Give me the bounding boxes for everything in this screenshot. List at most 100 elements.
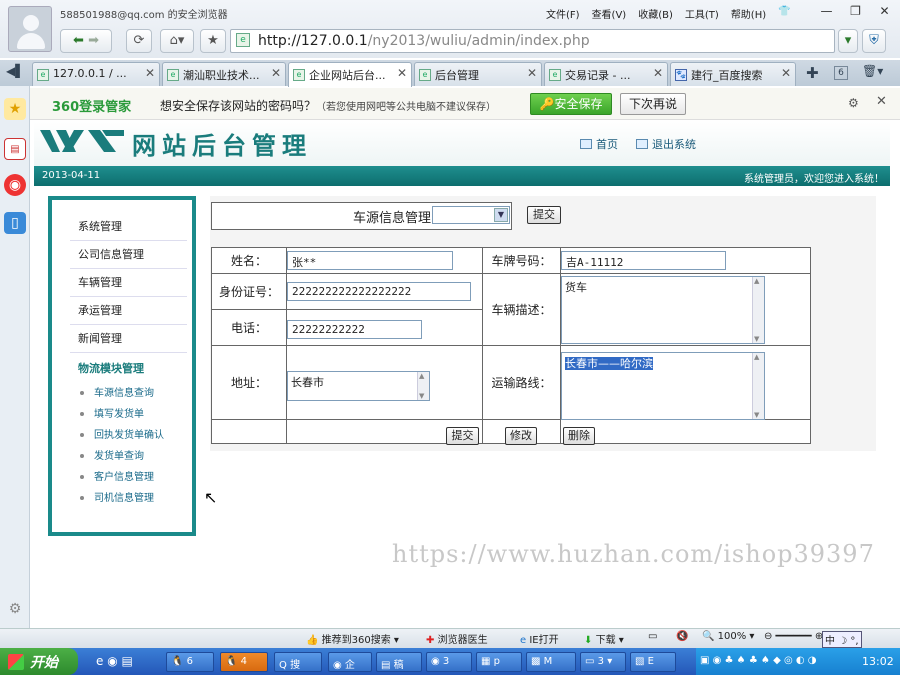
submenu-fill-shipping-order[interactable]: 填写发货单: [80, 405, 144, 420]
taskbar-folders[interactable]: ▭ 3 ▾: [580, 652, 626, 672]
address-textarea[interactable]: 长春市: [287, 371, 430, 401]
home-button[interactable]: ⌂▾: [160, 29, 194, 53]
quicklaunch-icons[interactable]: e ◉ ▤: [96, 654, 133, 668]
close-icon[interactable]: ✕: [876, 94, 887, 109]
submit-button[interactable]: 提交: [446, 427, 479, 445]
favorite-button[interactable]: ★: [200, 29, 226, 53]
name-input[interactable]: 张**: [287, 251, 453, 270]
taskbar-p[interactable]: ▦ p: [476, 652, 522, 672]
close-icon[interactable]: ✕: [527, 66, 537, 80]
download-button[interactable]: ⬇ 下载 ▾: [584, 631, 624, 646]
download-arrow-icon: ⬇: [584, 635, 593, 646]
close-icon[interactable]: ✕: [145, 66, 155, 80]
tab-2[interactable]: e 潮汕职业技术... ✕: [162, 62, 286, 86]
start-button[interactable]: 开始: [0, 648, 78, 675]
id-number-input[interactable]: 222222222222222222: [287, 282, 471, 301]
zoom-control[interactable]: 🔍 100% ▾: [702, 631, 754, 642]
mobile-icon[interactable]: ▯: [4, 212, 26, 234]
submenu-receipt-confirm[interactable]: 回执发货单确认: [80, 426, 164, 441]
menu-item-news[interactable]: 新闻管理: [70, 325, 187, 353]
later-button[interactable]: 下次再说: [620, 93, 686, 115]
delete-button[interactable]: 删除: [563, 427, 595, 445]
close-icon[interactable]: ✕: [870, 2, 899, 20]
menu-item-company[interactable]: 公司信息管理: [70, 241, 187, 269]
tab-1[interactable]: e 127.0.0.1 / ... ✕: [32, 62, 160, 86]
taskbar-doc[interactable]: ▤ 稿: [376, 652, 422, 672]
recommend-360-search[interactable]: 👍 推荐到360搜索 ▾: [306, 631, 399, 646]
submenu-vehicle-source-query[interactable]: 车源信息查询: [80, 384, 154, 399]
ime-bar[interactable]: 中 ☽ °,: [822, 631, 862, 648]
user-avatar[interactable]: [8, 6, 52, 52]
mute-icon[interactable]: 🔇: [676, 631, 688, 642]
tab-count-badge[interactable]: 6: [834, 66, 848, 80]
tab-4[interactable]: e 后台管理 ✕: [414, 62, 542, 86]
taskbar-e[interactable]: ▧ E: [630, 652, 676, 672]
menu-help[interactable]: 帮助(H): [731, 6, 766, 21]
menu-favorites[interactable]: 收藏(B): [638, 6, 673, 21]
close-icon[interactable]: ✕: [397, 66, 407, 80]
browser-sidebar: [0, 86, 30, 646]
header-submit-button[interactable]: 提交: [527, 206, 561, 224]
route-textarea[interactable]: 长春市——哈尔滨: [561, 352, 765, 420]
modify-button[interactable]: 修改: [505, 427, 537, 445]
new-tab-icon[interactable]: ✚: [806, 64, 819, 82]
taskbar-qq-2[interactable]: 🐧 4: [220, 652, 268, 672]
weibo-icon[interactable]: ◉: [4, 174, 26, 196]
favorites-star-icon[interactable]: ★: [4, 98, 26, 120]
close-icon[interactable]: ✕: [653, 66, 663, 80]
gear-icon[interactable]: ⚙: [848, 96, 859, 110]
submenu-driver-info[interactable]: 司机信息管理: [80, 489, 154, 504]
chevron-down-icon: ▼: [494, 208, 508, 222]
menu-tools[interactable]: 工具(T): [685, 6, 719, 21]
restore-icon[interactable]: ❐: [841, 2, 870, 20]
menu-item-carrier[interactable]: 承运管理: [70, 297, 187, 325]
settings-gear-icon[interactable]: ⚙: [4, 598, 26, 620]
menu-item-system[interactable]: 系统管理: [70, 213, 187, 241]
plate-input[interactable]: 吉A-11112: [561, 251, 726, 270]
safe-save-button[interactable]: 🔑安全保存: [530, 93, 612, 115]
tab-5[interactable]: e 交易记录 - ... ✕: [544, 62, 668, 86]
browser-doctor[interactable]: ✚ 浏览器医生: [426, 631, 488, 646]
shirt-icon[interactable]: 👕: [778, 6, 790, 21]
scrollbar[interactable]: [752, 277, 764, 343]
address-dropdown-button[interactable]: ▾: [838, 29, 858, 53]
home-link[interactable]: 首页: [580, 136, 618, 152]
taskbar-m[interactable]: ▩ M: [526, 652, 576, 672]
tray-icons[interactable]: ▣ ◉ ♣ ♠ ♣ ♠ ◆ ◎ ◐ ◑: [700, 655, 817, 666]
vehicle-source-select[interactable]: ▼: [432, 206, 510, 224]
zoom-slider[interactable]: ⊖ ━━━━━━ ⊕: [764, 631, 823, 642]
refresh-icon: ⟳: [133, 33, 145, 48]
taskbar-browser[interactable]: ◉ 企: [328, 652, 372, 672]
menu-section-logistics[interactable]: 物流模块管理: [78, 360, 144, 376]
back-forward-button[interactable]: ⬅ ➡: [60, 29, 112, 53]
logout-link[interactable]: 退出系统: [636, 136, 696, 152]
page-icon: e: [419, 69, 431, 81]
close-icon[interactable]: ✕: [271, 66, 281, 80]
ie-open[interactable]: e IE打开: [520, 631, 559, 646]
vehicle-desc-textarea[interactable]: 货车: [561, 276, 765, 344]
menu-file[interactable]: 文件(F): [546, 6, 580, 21]
scrollbar[interactable]: [417, 372, 429, 400]
tab-6[interactable]: 🐾 建行_百度搜索 ✕: [670, 62, 796, 86]
address-url[interactable]: http://127.0.0.1/ny2013/wuliu/admin/inde…: [258, 33, 590, 49]
header-nav: 首页 退出系统: [580, 136, 696, 152]
tab-3-active[interactable]: e 企业网站后台... ✕: [288, 62, 412, 87]
menu-view[interactable]: 查看(V): [592, 6, 627, 21]
taskbar-360[interactable]: ◉ 3: [426, 652, 472, 672]
news-icon[interactable]: ▤: [4, 138, 26, 160]
tab-scroll-left-icon[interactable]: ◀▌: [6, 64, 24, 78]
menu-item-vehicle[interactable]: 车辆管理: [70, 269, 187, 297]
scrollbar[interactable]: [752, 353, 764, 419]
security-shield-button[interactable]: ⛨: [862, 29, 886, 53]
refresh-button[interactable]: ⟳: [126, 29, 152, 53]
minimize-icon[interactable]: —: [812, 2, 841, 20]
window-icon[interactable]: ▭: [648, 631, 657, 642]
login-manager-brand: 360登录管家: [52, 100, 132, 115]
submenu-customer-info[interactable]: 客户信息管理: [80, 468, 154, 483]
taskbar-search[interactable]: Q 搜: [274, 652, 322, 672]
submenu-order-query[interactable]: 发货单查询: [80, 447, 144, 462]
trash-icon[interactable]: 🗑▾: [862, 64, 883, 78]
close-icon[interactable]: ✕: [781, 66, 791, 80]
phone-input[interactable]: 22222222222: [287, 320, 422, 339]
taskbar-qq-1[interactable]: 🐧 6: [166, 652, 214, 672]
